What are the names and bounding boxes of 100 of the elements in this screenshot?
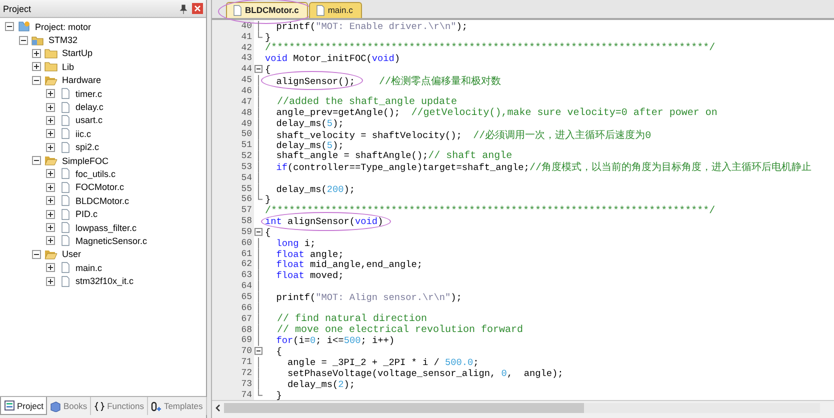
- tree-item[interactable]: Lib: [62, 62, 74, 72]
- expand-icon[interactable]: [32, 62, 41, 72]
- code-line: float mid_angle,end_angle;: [275, 259, 423, 270]
- tree-item[interactable]: iic.c: [76, 128, 91, 139]
- code-line: void Motor_initFOC(void): [264, 53, 400, 64]
- expand-icon[interactable]: [46, 169, 54, 178]
- code-line: }: [264, 32, 271, 43]
- tree-item[interactable]: foc_utils.c: [76, 168, 116, 179]
- code-line: angle = _3PI_2 + _2PI * i / 500.0;: [286, 357, 479, 368]
- code-line: {: [264, 226, 271, 238]
- tree-item[interactable]: delay.c: [76, 102, 104, 112]
- code-line: }: [264, 194, 271, 206]
- code-line: for(i=0; i<=500; i++): [275, 335, 394, 346]
- code-line: // find natural direction: [276, 313, 428, 326]
- expand-icon[interactable]: [46, 102, 54, 112]
- tree-item[interactable]: SimpleFOC: [62, 156, 109, 166]
- panel-tab[interactable]: Books: [47, 397, 92, 415]
- line-number: 41: [240, 32, 253, 43]
- tree-item[interactable]: main.c: [76, 262, 102, 273]
- code-line: setPhaseVoltage(voltage_sensor_align, 0, angle);: [286, 368, 564, 379]
- line-number: 74: [240, 390, 253, 400]
- pin-icon[interactable]: [179, 4, 188, 14]
- expand-icon[interactable]: [46, 196, 54, 206]
- tree-item[interactable]: StartUp: [62, 48, 93, 58]
- line-number: 66: [240, 302, 253, 314]
- collapse-icon[interactable]: [32, 76, 41, 85]
- expand-icon[interactable]: [46, 89, 54, 98]
- folder-icon: [30, 34, 44, 46]
- tree-item[interactable]: BLDCMotor.c: [76, 196, 130, 206]
- tree-item[interactable]: Hardware: [62, 75, 102, 86]
- code-line: delay_ms(5);: [275, 118, 344, 130]
- tree-item[interactable]: FOCMotor.c: [76, 182, 124, 192]
- tree-item[interactable]: usart.c: [76, 115, 103, 126]
- expand-icon[interactable]: [46, 182, 54, 192]
- project-icon: [4, 400, 15, 411]
- line-number: 51: [240, 140, 253, 152]
- tree-item[interactable]: spi2.c: [76, 142, 100, 152]
- expand-icon[interactable]: [46, 276, 54, 286]
- tree-item[interactable]: Project: motor: [35, 22, 92, 32]
- line-number: 49: [240, 118, 253, 130]
- project-icon: [17, 21, 31, 32]
- collapse-icon[interactable]: [18, 36, 28, 45]
- close-icon[interactable]: [192, 3, 203, 14]
- collapse-icon[interactable]: [32, 156, 41, 166]
- expand-icon[interactable]: [46, 236, 54, 246]
- tree-item[interactable]: PID.c: [76, 209, 98, 220]
- file-tab[interactable]: BLDCMotor.c: [226, 2, 308, 18]
- line-number: 52: [240, 151, 253, 162]
- line-number: 64: [240, 281, 253, 292]
- panel-tab[interactable]: Functions: [91, 397, 148, 415]
- line-number: 53: [240, 162, 253, 173]
- line-number: 67: [240, 314, 253, 325]
- line-number: 54: [240, 172, 253, 184]
- line-number: 63: [240, 270, 253, 282]
- code-line: float angle;: [275, 248, 344, 260]
- book-icon: [50, 400, 62, 412]
- code-line: long i;: [275, 238, 316, 249]
- scrollbar-thumb[interactable]: [224, 402, 584, 413]
- line-number: 72: [240, 368, 253, 379]
- expand-icon[interactable]: [46, 210, 54, 219]
- line-number: 57: [240, 205, 253, 216]
- line-number: 46: [240, 86, 253, 97]
- code-line: if(controller==Type_angle)target=shaft_angle;//角度模式，以当前的角度为目标角度，进入主循环后电机静止: [275, 160, 812, 174]
- fold-icon[interactable]: [254, 346, 264, 358]
- code-line: /*************************************************************************/: [264, 42, 716, 54]
- collapse-icon[interactable]: [5, 22, 14, 32]
- fold-icon[interactable]: [254, 64, 264, 76]
- expand-icon[interactable]: [32, 48, 41, 58]
- tree-item[interactable]: User: [62, 249, 82, 260]
- panel-tab[interactable]: Project: [0, 397, 48, 415]
- fold-icon[interactable]: [254, 226, 264, 238]
- file-icon: [316, 4, 325, 16]
- line-number: 65: [240, 292, 253, 303]
- line-number: 56: [240, 194, 253, 206]
- expand-icon[interactable]: [46, 116, 54, 125]
- expand-icon[interactable]: [46, 223, 54, 232]
- expand-icon[interactable]: [46, 263, 54, 272]
- tree-item[interactable]: STM32: [48, 35, 78, 46]
- line-number: 50: [240, 129, 253, 140]
- code-line: alignSensor(); //检测零点偏移量和极对数: [275, 74, 502, 88]
- open-folder-icon: [44, 74, 58, 86]
- collapse-icon[interactable]: [32, 250, 41, 259]
- folder-icon: [44, 48, 58, 59]
- code-line: // move one electrical revolution forward: [276, 324, 524, 336]
- braces-icon: [94, 400, 106, 412]
- code-line: int alignSensor(void): [264, 216, 384, 228]
- code-line: shaft_velocity = shaftVelocity(); //必须调用一次，进入主循环后速度为0: [275, 128, 652, 142]
- tree-item[interactable]: lowpass_filter.c: [76, 222, 137, 233]
- code-line: }: [275, 390, 282, 401]
- expand-icon[interactable]: [46, 142, 54, 152]
- code-line: printf("MOT: Enable driver.\r\n");: [275, 20, 468, 32]
- code-line: shaft_angle = shaftAngle();// shaft angle: [275, 150, 512, 162]
- line-number: 69: [240, 335, 253, 346]
- tree-item[interactable]: timer.c: [76, 88, 102, 99]
- folder-icon: [44, 61, 58, 72]
- tree-item[interactable]: MagneticSensor.c: [76, 236, 148, 246]
- expand-icon[interactable]: [46, 129, 54, 138]
- line-number: 59: [240, 226, 253, 238]
- tree-item[interactable]: stm32f10x_it.c: [76, 276, 134, 286]
- file-tab[interactable]: main.c: [308, 2, 362, 18]
